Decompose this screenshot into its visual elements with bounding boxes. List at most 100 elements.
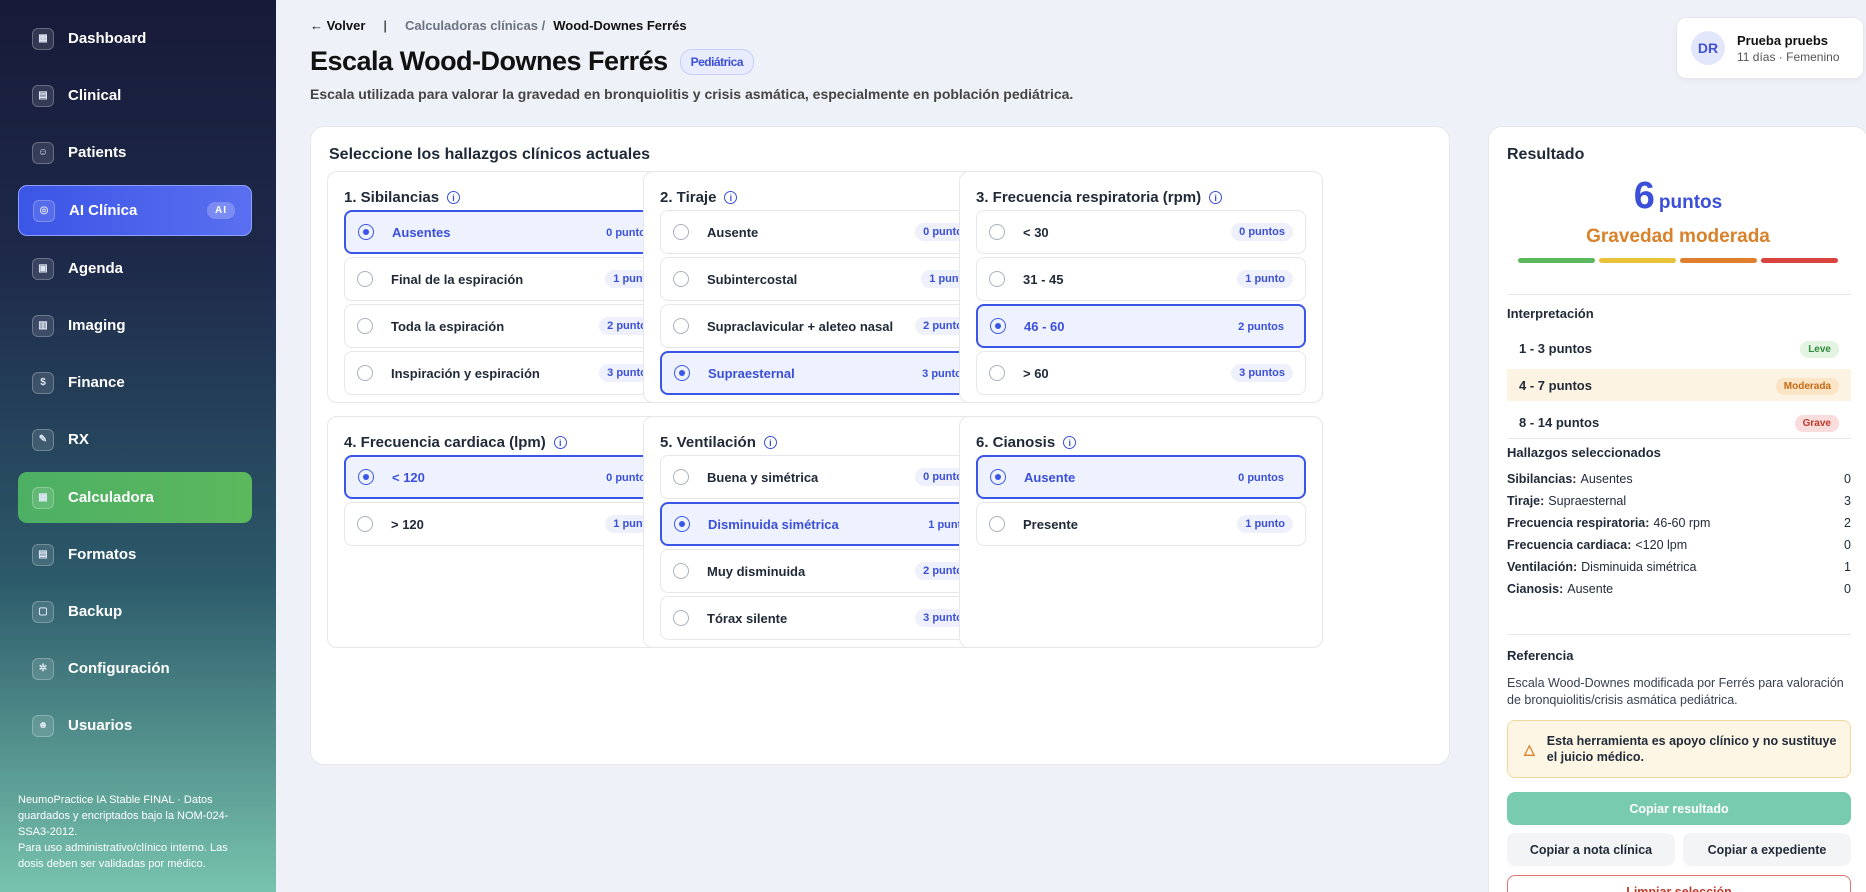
copy-result-button[interactable]: Copiar resultado [1507, 792, 1851, 825]
finding-key: Frecuencia respiratoria: [1507, 516, 1650, 530]
sidebar-item-finance[interactable]: $ Finance [18, 357, 252, 408]
option-selected[interactable]: < 120 0 puntos [344, 455, 674, 499]
radio-icon[interactable] [989, 271, 1005, 287]
info-icon[interactable]: i [553, 436, 567, 449]
radio-icon[interactable] [990, 318, 1006, 334]
score-value: 6 [1633, 175, 1655, 217]
radio-icon[interactable] [673, 318, 689, 334]
radio-icon[interactable] [989, 224, 1005, 240]
sidebar-item-agenda[interactable]: ▣ Agenda [18, 243, 252, 294]
radio-icon[interactable] [990, 469, 1006, 485]
radio-icon[interactable] [989, 516, 1005, 532]
option-unselected[interactable]: 31 - 45 1 punto [976, 257, 1306, 301]
info-icon[interactable]: i [1209, 191, 1223, 204]
option-unselected[interactable]: Ausente 0 puntos [660, 210, 990, 254]
option-unselected[interactable]: Final de la espiración 1 punto [344, 257, 674, 301]
criterion-title-text: 5. Ventilación [660, 434, 756, 451]
info-icon[interactable]: i [763, 436, 777, 449]
radio-icon[interactable] [673, 271, 689, 287]
criterion-title-text: 6. Cianosis [976, 434, 1056, 451]
option-unselected[interactable]: Presente 1 punto [976, 502, 1306, 546]
back-link[interactable]: ← Volver [310, 18, 365, 33]
copy-to-note-button[interactable]: Copiar a nota clínica [1507, 833, 1675, 866]
footer-note-line: NeumoPractice IA Stable FINAL · Datos gu… [18, 794, 229, 838]
radio-icon[interactable] [357, 271, 373, 287]
sidebar-item-calculadora[interactable]: ▦ Calculadora [18, 472, 252, 523]
radio-icon[interactable] [358, 224, 374, 240]
option-unselected[interactable]: Subintercostal 1 punto [660, 257, 990, 301]
finding-text: Frecuencia cardiaca: <120 lpm [1507, 538, 1687, 552]
patient-card[interactable]: DR Prueba pruebs 11 días · Femenino [1676, 17, 1864, 79]
option-unselected[interactable]: Tórax silente 3 puntos [660, 596, 990, 640]
criterion-title-text: 2. Tiraje [660, 189, 717, 206]
sidebar-item-ai-clinica[interactable]: ◎ AI Clínica AI [18, 185, 252, 236]
sidebar-item-rx[interactable]: ✎ RX [18, 414, 252, 465]
sidebar-item-clinical[interactable]: ▤ Clinical [18, 70, 252, 121]
option-points-badge: 1 punto [1237, 515, 1293, 533]
sidebar-item-formatos[interactable]: ▤ Formatos [18, 529, 252, 580]
page-subtitle: Escala utilizada para valorar la graveda… [310, 86, 1074, 102]
sidebar-item-patients[interactable]: ☺ Patients [18, 127, 252, 178]
finding-row: Cianosis: Ausente 0 [1507, 582, 1851, 596]
criterion-title-text: 4. Frecuencia cardiaca (lpm) [344, 434, 546, 451]
option-selected[interactable]: Disminuida simétrica 1 punto [660, 502, 990, 546]
option-unselected[interactable]: < 30 0 puntos [976, 210, 1306, 254]
sidebar-item-label: Configuración [68, 660, 170, 677]
sidebar-item-label: AI Clínica [69, 202, 138, 219]
breadcrumb-parent[interactable]: Calculadoras clínicas / [405, 18, 545, 33]
pediatric-tag: Pediátrica [679, 48, 754, 75]
info-icon[interactable]: i [447, 191, 461, 204]
option-points-badge: 0 puntos [1231, 223, 1293, 241]
warning-text: Esta herramienta es apoyo clínico y no s… [1546, 734, 1837, 764]
option-unselected[interactable]: Buena y simétrica 0 puntos [660, 455, 990, 499]
radio-icon[interactable] [358, 469, 374, 485]
sidebar-item-dashboard[interactable]: ▦ Dashboard [18, 13, 252, 64]
finding-row: Frecuencia cardiaca: <120 lpm 0 [1507, 538, 1851, 552]
option-unselected[interactable]: Muy disminuida 2 puntos [660, 549, 990, 593]
option-unselected[interactable]: > 120 1 punto [344, 502, 674, 546]
radio-icon[interactable] [989, 365, 1005, 381]
severity-bar-segment [1761, 258, 1838, 263]
radio-icon[interactable] [673, 563, 689, 579]
document-icon: ▤ [32, 84, 54, 107]
divider [1507, 294, 1851, 295]
radio-icon[interactable] [673, 610, 689, 626]
criterion-title: 2. Tiraje i [660, 189, 738, 206]
user-icon: ☺ [32, 141, 54, 164]
copy-to-record-button[interactable]: Copiar a expediente [1683, 833, 1851, 866]
option-unselected[interactable]: Supraclavicular + aleteo nasal 2 puntos [660, 304, 990, 348]
option-selected[interactable]: Supraesternal 3 puntos [660, 351, 990, 395]
option-unselected[interactable]: Toda la espiración 2 puntos [344, 304, 674, 348]
page-title: Escala Wood-Downes Ferrés [310, 46, 668, 76]
criterion-title: 3. Frecuencia respiratoria (rpm) i [976, 189, 1223, 206]
radio-icon[interactable] [357, 365, 373, 381]
sidebar-item-configuracion[interactable]: ✲ Configuración [18, 643, 252, 694]
sidebar-item-label: Calculadora [68, 489, 154, 506]
option-selected[interactable]: 46 - 60 2 puntos [976, 304, 1306, 348]
radio-icon[interactable] [673, 469, 689, 485]
forms-icon: ▤ [32, 543, 54, 566]
option-label: Subintercostal [707, 271, 798, 287]
finding-text: Tiraje: Supraesternal [1507, 494, 1626, 508]
radio-icon[interactable] [673, 224, 689, 240]
info-icon[interactable]: i [1063, 436, 1077, 449]
option-unselected[interactable]: Inspiración y espiración 3 puntos [344, 351, 674, 395]
gear-icon: ✲ [32, 657, 54, 680]
warning-box: △ Esta herramienta es apoyo clínico y no … [1507, 720, 1851, 778]
sidebar-item-backup[interactable]: ▢ Backup [18, 586, 252, 637]
sidebar-item-usuarios[interactable]: ☻ Usuarios [18, 700, 252, 751]
clear-selection-button[interactable]: Limpiar selección [1507, 875, 1851, 892]
radio-icon[interactable] [357, 516, 373, 532]
radio-icon[interactable] [357, 318, 373, 334]
sidebar-item-imaging[interactable]: ▥ Imaging [18, 300, 252, 351]
info-icon[interactable]: i [724, 191, 738, 204]
option-unselected[interactable]: > 60 3 puntos [976, 351, 1306, 395]
radio-icon[interactable] [674, 516, 690, 532]
finding-row: Frecuencia respiratoria: 46-60 rpm 2 [1507, 516, 1851, 530]
interpretation-row: 4 - 7 puntos Moderada [1507, 369, 1851, 401]
radio-icon[interactable] [674, 365, 690, 381]
criterion-card: 4. Frecuencia cardiaca (lpm) i < 120 0 punt… [327, 416, 691, 648]
criterion-title: 5. Ventilación i [660, 434, 777, 451]
option-selected[interactable]: Ausente 0 puntos [976, 455, 1306, 499]
option-selected[interactable]: Ausentes 0 puntos [344, 210, 674, 254]
